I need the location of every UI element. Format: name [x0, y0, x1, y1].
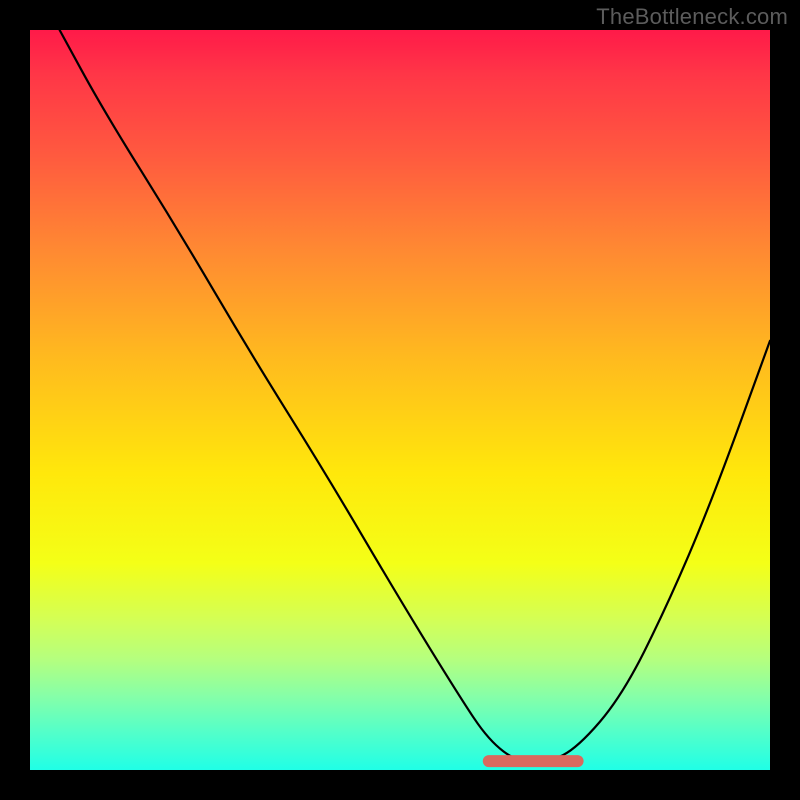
bottleneck-curve-path [60, 30, 770, 763]
chart-frame: TheBottleneck.com [0, 0, 800, 800]
watermark-text: TheBottleneck.com [596, 4, 788, 30]
plot-area [30, 30, 770, 770]
chart-svg [30, 30, 770, 770]
